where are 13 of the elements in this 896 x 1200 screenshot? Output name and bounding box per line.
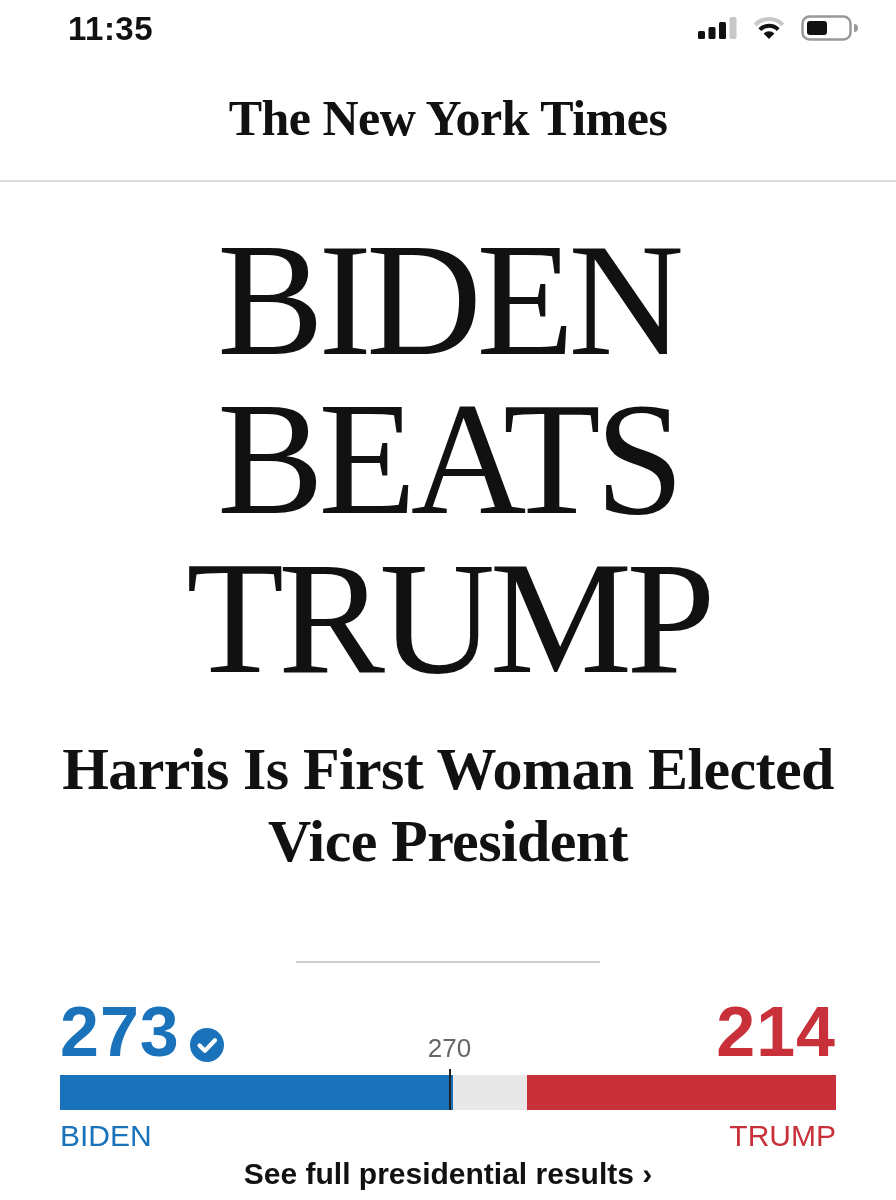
electoral-votes: 214 bbox=[716, 997, 836, 1067]
candidate-name: TRUMP bbox=[729, 1121, 836, 1151]
battery-icon bbox=[801, 15, 858, 41]
wifi-icon bbox=[753, 16, 785, 40]
headline: BIDEN BEATS TRUMP bbox=[185, 221, 711, 698]
electoral-votes: 273 bbox=[60, 997, 180, 1067]
threshold-label: 270 bbox=[427, 1035, 472, 1061]
subheadline: Harris Is First Woman Elected Vice President bbox=[61, 735, 835, 876]
results-link[interactable]: See full presidential results › bbox=[243, 1157, 653, 1191]
status-time: 11:35 bbox=[68, 11, 154, 45]
masthead-logo[interactable]: The New York Times bbox=[228, 90, 668, 146]
candidate-name: BIDEN bbox=[60, 1121, 152, 1151]
signal-icon bbox=[698, 17, 737, 39]
